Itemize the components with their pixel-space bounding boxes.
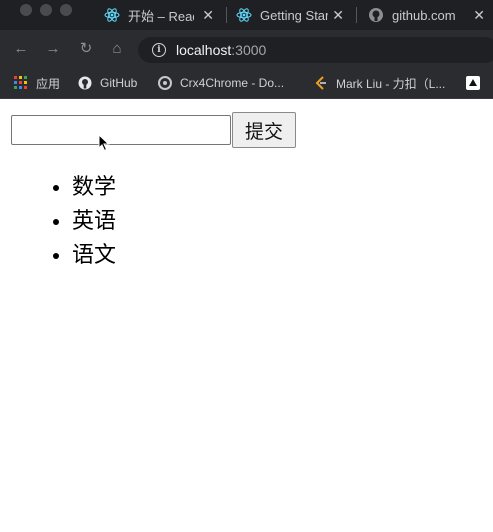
bookmark-apps[interactable]: 应用: [14, 74, 60, 92]
bookmarks-bar: 应用 GitHub Crx4Chrome - Do... Mark Liu - …: [0, 68, 493, 99]
window-controls: [20, 4, 72, 16]
bookmark-label: Crx4Chrome - Do...: [180, 76, 285, 90]
list-item: 语文: [72, 239, 116, 273]
toolbar: ← → ↻ ⌂ i localhost:3000: [0, 30, 493, 68]
bookmark-label: 应用: [36, 76, 61, 91]
back-arrow-icon[interactable]: ←: [12, 40, 30, 58]
forward-arrow-icon[interactable]: →: [44, 40, 62, 58]
crx4chrome-icon: [158, 76, 172, 90]
github-icon: [368, 7, 384, 23]
mouse-cursor-icon: [98, 133, 110, 157]
close-tab-icon[interactable]: ✕: [202, 7, 214, 24]
tab-react-start[interactable]: 开始 – React ✕: [104, 2, 222, 28]
apps-grid-icon: [14, 76, 28, 90]
tab-separator: [356, 7, 357, 23]
react-icon: [104, 7, 120, 23]
tab-getting-started[interactable]: Getting Started ✕: [236, 2, 352, 28]
info-icon[interactable]: i: [152, 43, 166, 57]
close-tab-icon[interactable]: ✕: [332, 7, 344, 24]
todo-input[interactable]: [11, 115, 231, 145]
bookmark-label: Mark Liu - 力扣（L...: [336, 76, 446, 91]
reload-icon[interactable]: ↻: [77, 40, 95, 58]
bookmark-favicon-icon: [466, 76, 480, 90]
address-bar[interactable]: i localhost:3000: [138, 37, 493, 63]
tab-separator: [226, 7, 227, 23]
browser-chrome: 开始 – React ✕ Getting Started ✕ github.co…: [0, 0, 493, 99]
list-item: 英语: [72, 205, 116, 239]
tab-title: github.com: [392, 7, 456, 23]
close-window-button[interactable]: [20, 4, 32, 16]
address-port: :3000: [231, 42, 267, 58]
page-content: 提交 数学 英语 语文: [0, 99, 493, 532]
subject-list: 数学 英语 语文: [32, 171, 116, 273]
home-icon[interactable]: ⌂: [108, 40, 126, 58]
submit-button[interactable]: 提交: [232, 112, 296, 148]
leetcode-icon: [314, 76, 328, 90]
close-tab-icon[interactable]: ✕: [473, 7, 485, 24]
tab-title: Getting Started: [260, 7, 328, 23]
tab-title: 开始 – React: [128, 8, 194, 24]
maximize-window-button[interactable]: [60, 4, 72, 16]
bookmark-leetcode[interactable]: Mark Liu - 力扣（L...: [314, 74, 445, 92]
minimize-window-button[interactable]: [40, 4, 52, 16]
bookmark-label: GitHub: [100, 76, 138, 90]
list-item: 数学: [72, 171, 116, 205]
github-icon: [78, 76, 92, 90]
bookmark-crx4chrome[interactable]: Crx4Chrome - Do...: [158, 74, 284, 92]
address-host: localhost: [176, 42, 232, 58]
bookmark-extra[interactable]: [466, 74, 488, 92]
tab-github[interactable]: github.com ✕: [368, 2, 493, 28]
bookmark-github[interactable]: GitHub: [78, 74, 137, 92]
tab-strip: 开始 – React ✕ Getting Started ✕ github.co…: [0, 0, 493, 30]
react-icon: [236, 7, 252, 23]
